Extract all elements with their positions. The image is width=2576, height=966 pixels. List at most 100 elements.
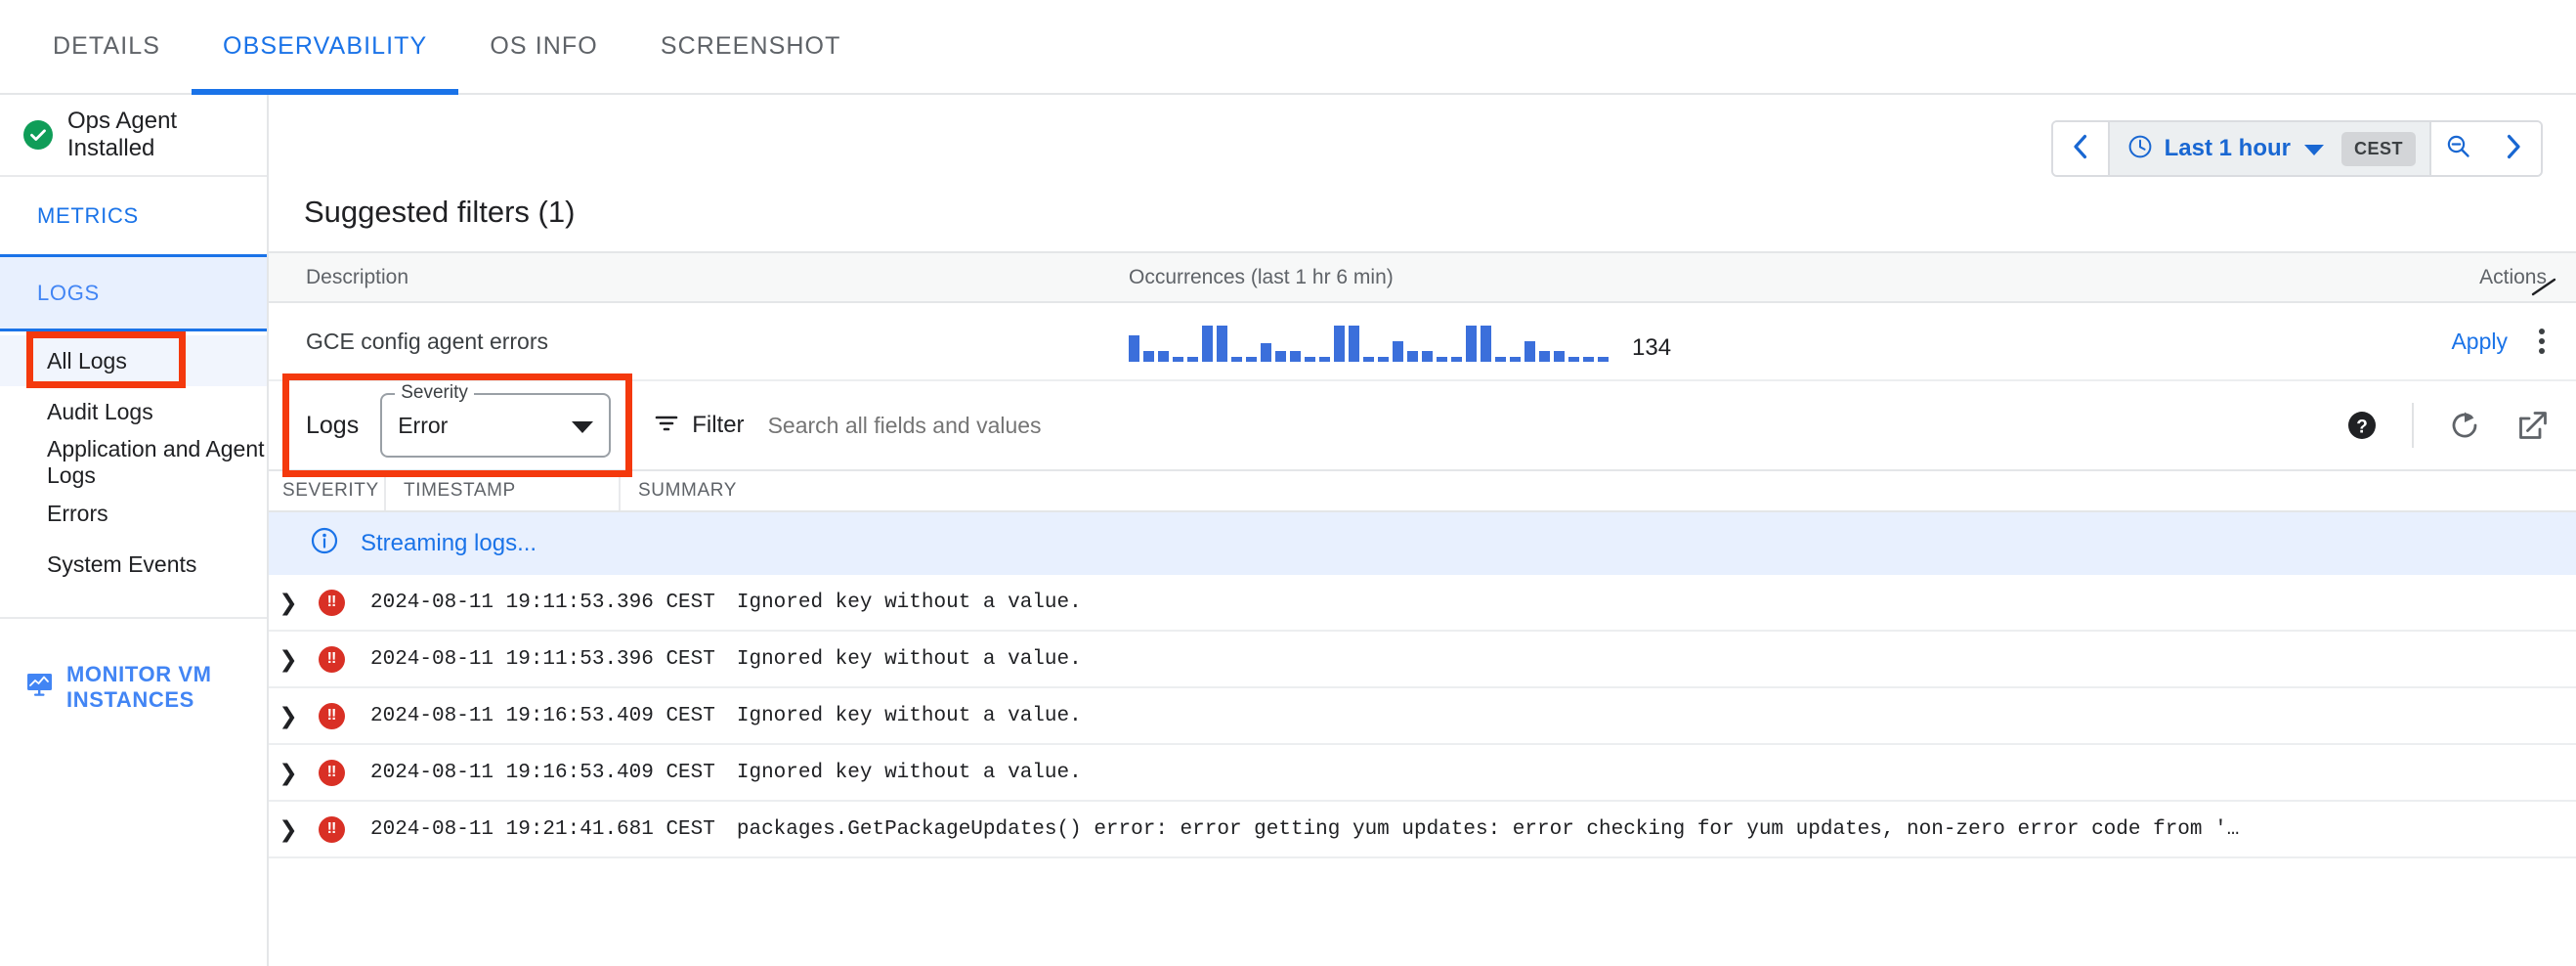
log-table-row[interactable]: ❯!!2024-08-11 19:16:53.409 CESTIgnored k…: [269, 745, 2576, 802]
sidebar-item-all-logs[interactable]: All Logs: [0, 335, 267, 386]
streaming-logs-label: Streaming logs...: [361, 530, 537, 557]
severity-select[interactable]: Severity Error: [380, 393, 611, 458]
summary-cell: Ignored key without a value.: [715, 648, 2576, 671]
sidebar-section-logs[interactable]: LOGS: [0, 254, 267, 331]
sidebar-item-label: Errors: [47, 501, 108, 527]
error-severity-icon: !!: [319, 816, 345, 843]
logs-toolbar-actions: ?: [2345, 381, 2551, 469]
timerange-zoom-out-button[interactable]: [2431, 122, 2486, 175]
filter-group[interactable]: Filter: [654, 412, 744, 439]
sparkline-bar: [1510, 357, 1521, 362]
timerange-previous-button[interactable]: [2053, 122, 2108, 175]
monitor-vm-instances-link[interactable]: MONITOR VM INSTANCES: [0, 662, 267, 713]
sparkline-bar: [1363, 357, 1374, 362]
column-header-description: Description: [269, 266, 1129, 289]
tab-label: SCREENSHOT: [661, 32, 841, 61]
suggested-filter-row[interactable]: GCE config agent errors 134 Apply: [269, 303, 2576, 381]
expand-row-icon[interactable]: ❯: [269, 816, 308, 843]
sparkline-bar: [1319, 357, 1330, 362]
timestamp-cell: 2024-08-11 19:21:41.681 CEST: [355, 818, 715, 841]
sparkline-bar: [1187, 357, 1198, 362]
sparkline-bar: [1554, 351, 1565, 362]
sidebar-item-label: Audit Logs: [47, 399, 153, 425]
suggested-filters-title: Suggested filters (1): [269, 177, 2576, 251]
tab-label: DETAILS: [53, 32, 160, 61]
expand-row-icon[interactable]: ❯: [269, 703, 308, 729]
svg-text:?: ?: [2356, 417, 2368, 438]
expand-row-icon[interactable]: ❯: [269, 646, 308, 673]
log-table-row[interactable]: ❯!! 2024-08-11 19:16:53.409 CESTIgnored k…: [269, 688, 2576, 745]
severity-cell: !!: [308, 816, 355, 843]
sparkline-bar: [1437, 357, 1447, 362]
sidebar-item-label: Application and Agent Logs: [47, 436, 267, 489]
column-header-occurrences: Occurrences (last 1 hr 6 min): [1129, 266, 2361, 289]
open-in-new-icon[interactable]: [2515, 408, 2551, 443]
expand-row-icon[interactable]: ❯: [269, 590, 308, 616]
sparkline-bar: [1583, 357, 1594, 362]
filter-label: Filter: [692, 412, 744, 439]
timestamp-cell: 2024-08-11 19:11:53.396 CEST: [355, 592, 715, 614]
sparkline-bar: [1495, 357, 1506, 362]
monitor-chart-icon: [26, 673, 53, 702]
log-table-row[interactable]: ❯!! 2024-08-11 19:21:41.681 CESTpackages.…: [269, 802, 2576, 858]
occurrences-count: 134: [1632, 336, 1671, 362]
chevron-left-icon: [2072, 133, 2089, 165]
sidebar: Ops Agent Installed METRICS LOGS All Log…: [0, 95, 269, 966]
sparkline-bar: [1422, 351, 1433, 362]
error-severity-icon: !!: [319, 703, 345, 729]
filter-icon: [654, 413, 679, 439]
sidebar-item-application-and-agent-logs[interactable]: Application and Agent Logs: [0, 437, 267, 488]
error-severity-icon: !!: [319, 590, 345, 616]
tab-observability[interactable]: OBSERVABILITY: [192, 0, 458, 93]
sidebar-item-audit-logs[interactable]: Audit Logs: [0, 386, 267, 437]
sparkline-bar: [1539, 351, 1550, 362]
info-icon: [310, 526, 339, 562]
timestamp-cell: 2024-08-11 19:16:53.409 CEST: [355, 705, 715, 727]
severity-value: Error: [398, 413, 448, 439]
log-table-row[interactable]: ❯!! 2024-08-11 19:11:53.396 CESTIgnored k…: [269, 575, 2576, 632]
sidebar-item-system-events[interactable]: System Events: [0, 539, 267, 590]
ops-agent-status-label: Ops Agent Installed: [67, 108, 267, 162]
collapse-panel-button[interactable]: [2529, 276, 2558, 304]
summary-cell: Ignored key without a value.: [715, 592, 2576, 614]
sidebar-section-metrics[interactable]: METRICS: [0, 177, 267, 254]
expand-row-icon[interactable]: ❯: [269, 760, 308, 786]
more-options-icon[interactable]: [2533, 325, 2551, 358]
sidebar-log-list: All Logs Audit Logs Application and Agen…: [0, 331, 267, 619]
tab-screenshot[interactable]: SCREENSHOT: [629, 0, 873, 93]
summary-cell: packages.GetPackageUpdates() error: erro…: [715, 818, 2576, 841]
tab-os-info[interactable]: OS INFO: [458, 0, 628, 93]
sparkline-bar: [1129, 335, 1139, 362]
refresh-icon[interactable]: [2447, 408, 2482, 443]
timestamp-cell: 2024-08-11 19:11:53.396 CEST: [355, 648, 715, 671]
sparkline-bar: [1524, 341, 1535, 362]
column-header-timestamp: TIMESTAMP: [386, 471, 621, 510]
tab-details[interactable]: DETAILS: [21, 0, 192, 93]
column-header-severity: SEVERITY: [269, 471, 386, 510]
sparkline-bar: [1158, 351, 1169, 362]
suggested-filters-header: Description Occurrences (last 1 hr 6 min…: [269, 251, 2576, 303]
timezone-chip[interactable]: CEST: [2341, 132, 2416, 166]
sidebar-section-label: LOGS: [37, 281, 100, 306]
timerange-toolbar: Last 1 hour CEST: [269, 95, 2576, 177]
column-header-summary: SUMMARY: [621, 480, 2576, 502]
timerange-next-button[interactable]: [2486, 122, 2541, 175]
log-table-row[interactable]: ❯!! 2024-08-11 19:11:53.396 CESTIgnored k…: [269, 632, 2576, 688]
chevron-down-icon: [572, 421, 593, 433]
sparkline-bar: [1275, 351, 1286, 362]
timerange-selector[interactable]: Last 1 hour CEST: [2108, 122, 2431, 175]
help-icon[interactable]: ?: [2345, 409, 2379, 442]
error-severity-icon: !!: [319, 646, 345, 673]
severity-cell: !!: [308, 760, 355, 786]
apply-filter-button[interactable]: Apply: [2451, 329, 2508, 355]
sparkline-bar: [1305, 357, 1315, 362]
occurrences-sparkline-chart: [1129, 321, 1609, 362]
sparkline-bar: [1217, 326, 1227, 362]
sidebar-item-errors[interactable]: Errors: [0, 488, 267, 539]
search-input[interactable]: [768, 413, 1648, 439]
log-table-body: ❯!!2024-08-11 19:11:53.396 CESTIgnored k…: [269, 575, 2576, 858]
sparkline-bar: [1261, 343, 1271, 362]
summary-cell: Ignored key without a value.: [715, 705, 2576, 727]
sparkline-bar: [1246, 357, 1257, 362]
sidebar-section-label: METRICS: [37, 203, 139, 229]
